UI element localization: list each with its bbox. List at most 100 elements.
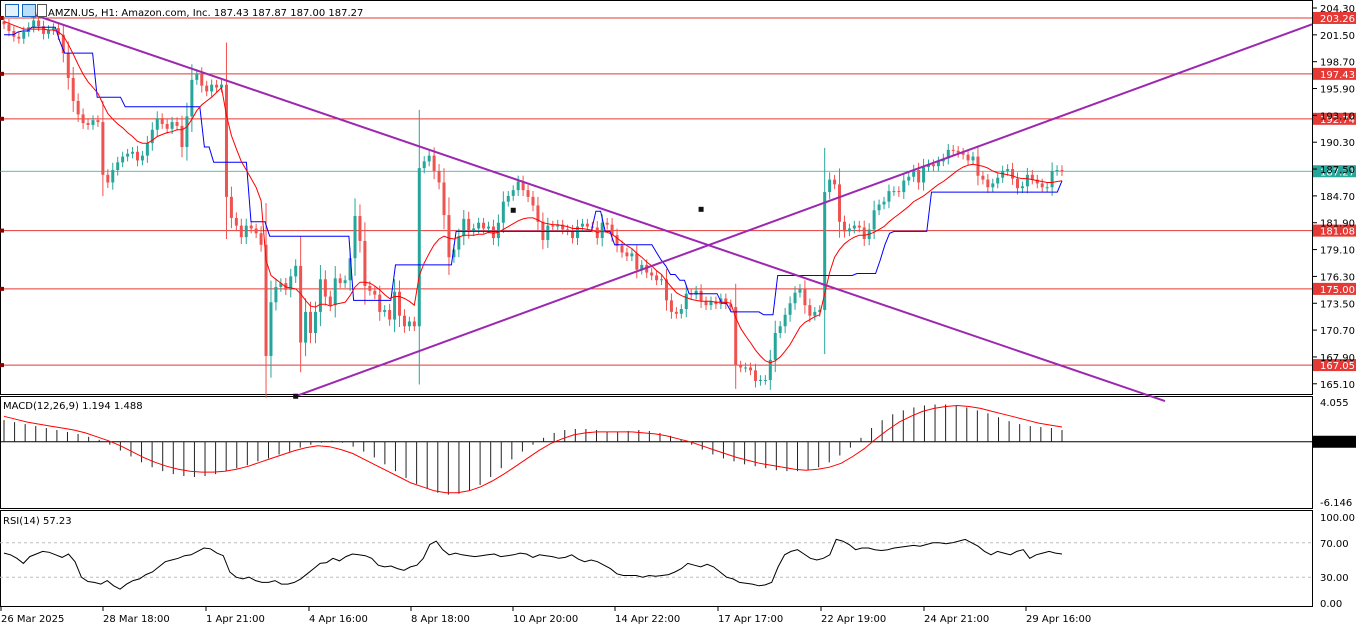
- candle-body: [116, 162, 120, 171]
- level-anchor: [0, 228, 4, 233]
- candle-body: [353, 216, 357, 259]
- candle-body: [872, 210, 876, 230]
- candle-body: [91, 120, 95, 125]
- candle-body: [462, 218, 466, 237]
- candle-body: [259, 233, 263, 245]
- trendline-anchor: [293, 393, 299, 399]
- candle-body: [343, 280, 347, 284]
- candle-body: [749, 367, 753, 371]
- price-panel-frame: [0, 0, 1313, 395]
- candle-body: [393, 291, 397, 320]
- candle-body: [417, 168, 421, 327]
- time-tick-label: 24 Apr 21:00: [924, 614, 989, 625]
- candle-body: [86, 123, 90, 125]
- candle-body: [71, 77, 75, 101]
- candle-body: [1030, 174, 1034, 180]
- price-chart[interactable]: [0, 12, 1313, 402]
- rsi-panel-frame: [0, 510, 1313, 607]
- candle-body: [37, 20, 41, 27]
- rsi-chart[interactable]: [0, 538, 1312, 590]
- candle-body: [254, 228, 258, 234]
- candle-body: [215, 84, 219, 88]
- price-tick-label: 204.30: [1320, 4, 1355, 15]
- candle-body: [669, 300, 673, 312]
- price-tick-label: 167.90: [1320, 353, 1355, 364]
- level-label: 203.26: [1320, 14, 1355, 25]
- candle-body: [313, 311, 317, 333]
- candle-body: [46, 30, 50, 34]
- candle-body: [684, 293, 688, 310]
- candle-body: [566, 229, 570, 231]
- trendline-anchor: [510, 207, 516, 213]
- candle-body: [101, 122, 105, 175]
- time-tick-label: 22 Apr 19:00: [821, 614, 886, 625]
- candle-body: [170, 122, 174, 129]
- candle-body: [793, 292, 797, 304]
- candle-body: [1045, 187, 1049, 189]
- candle-body: [457, 236, 461, 250]
- candle-body: [442, 182, 446, 216]
- candle-body: [541, 221, 545, 240]
- macd-tick-label: -6.146: [1320, 498, 1352, 509]
- candle-body: [991, 183, 995, 188]
- candle-body: [407, 321, 411, 327]
- candle-body: [1060, 170, 1064, 172]
- candle-body: [323, 279, 327, 297]
- candle-body: [699, 290, 703, 302]
- candle-body: [131, 151, 135, 154]
- chart-grid-icon[interactable]: [5, 4, 19, 17]
- candle-body: [996, 177, 1000, 184]
- candle-body: [516, 181, 520, 191]
- axes: 203.26197.43192.74181.08175.00167.05187.…: [0, 4, 1356, 625]
- candle-body: [897, 191, 901, 193]
- chart-candle-icon[interactable]: [37, 4, 47, 17]
- candle-body: [976, 156, 980, 176]
- price-tick-label: 179.10: [1320, 246, 1355, 257]
- candle-body: [778, 326, 782, 333]
- candle-body: [679, 309, 683, 314]
- candle-body: [269, 302, 273, 356]
- candle-body: [862, 227, 866, 240]
- price-tick-label: 201.50: [1320, 31, 1355, 42]
- macd-tick-label: 0.000: [1320, 438, 1349, 449]
- candle-body: [22, 31, 26, 39]
- candle-body: [744, 367, 748, 369]
- candle-body: [1040, 183, 1044, 188]
- candle-body: [398, 291, 402, 316]
- candle-body: [783, 314, 787, 327]
- candle-body: [383, 309, 387, 312]
- macd-panel-frame: [0, 396, 1313, 509]
- symbol-header: AMZN.US, H1: Amazon.com, Inc. 187.43 187…: [48, 8, 363, 19]
- candle-body: [892, 191, 896, 193]
- chart-canvas: 203.26197.43192.74181.08175.00167.05187.…: [0, 0, 1356, 625]
- candle-body: [803, 288, 807, 306]
- level-anchor: [0, 15, 4, 20]
- candle-body: [1006, 169, 1010, 171]
- time-tick-label: 26 Mar 2025: [1, 614, 64, 625]
- price-tick-label: 176.30: [1320, 272, 1355, 283]
- candle-body: [704, 301, 708, 306]
- candle-body: [378, 294, 382, 312]
- level-anchor: [0, 71, 4, 76]
- macd-chart[interactable]: [0, 404, 1312, 495]
- candle-body: [165, 123, 169, 129]
- candle-body: [551, 225, 555, 227]
- candle-body: [1011, 169, 1015, 179]
- price-tick-label: 165.10: [1320, 380, 1355, 391]
- candle-body: [1020, 186, 1024, 189]
- price-tick-label: 198.70: [1320, 58, 1355, 69]
- candle-body: [32, 20, 36, 28]
- chart-window-icon[interactable]: [22, 4, 36, 17]
- downtrend-line: [33, 13, 1166, 402]
- candle-body: [195, 74, 199, 80]
- macd-tick-label: 4.055: [1320, 398, 1349, 409]
- time-tick-label: 8 Apr 18:00: [411, 614, 470, 625]
- time-tick-label: 17 Apr 17:00: [718, 614, 783, 625]
- candle-body: [813, 311, 817, 316]
- candle-body: [842, 221, 846, 232]
- candle-body: [224, 84, 228, 197]
- candle-body: [76, 100, 80, 115]
- candle-body: [328, 296, 332, 306]
- time-tick-label: 28 Mar 18:00: [103, 614, 170, 625]
- candle-body: [294, 265, 298, 277]
